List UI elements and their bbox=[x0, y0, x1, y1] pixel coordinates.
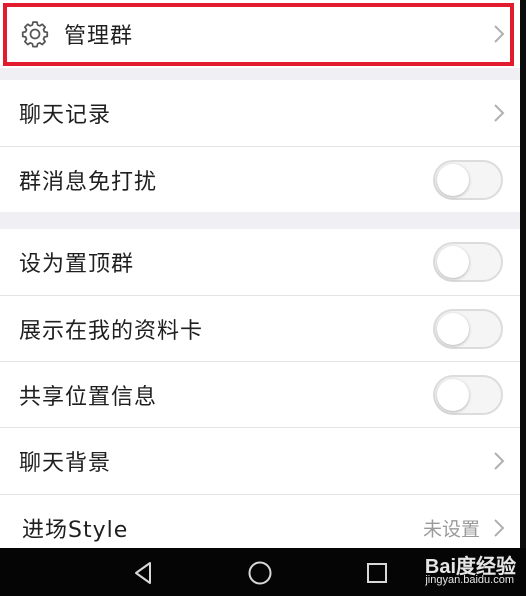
watermark-url: jingyan.baidu.com bbox=[425, 574, 514, 586]
chevron-right-icon bbox=[494, 25, 505, 43]
system-navigation-bar: Bai度经验 jingyan.baidu.com bbox=[0, 548, 526, 596]
chat-history-label: 聊天记录 bbox=[19, 103, 112, 128]
toggle-knob bbox=[437, 312, 469, 345]
home-icon[interactable] bbox=[247, 560, 273, 586]
pin-to-top-label: 设为置顶群 bbox=[19, 252, 135, 277]
share-location-toggle[interactable] bbox=[433, 374, 503, 415]
baidu-jingyan-watermark: Bai度经验 jingyan.baidu.com bbox=[386, 548, 516, 596]
manage-group-row[interactable]: 管理群 bbox=[0, 0, 520, 68]
share-location-row: 共享位置信息 bbox=[0, 362, 520, 427]
entrance-style-value: 未设置 bbox=[422, 518, 480, 541]
chat-background-label: 聊天背景 bbox=[19, 451, 112, 476]
screen-edge bbox=[520, 0, 526, 596]
show-on-profile-label: 展示在我的资料卡 bbox=[19, 318, 204, 344]
chat-background-row[interactable]: 聊天背景 bbox=[0, 428, 520, 494]
entrance-style-label: 进场Style bbox=[22, 518, 129, 543]
share-location-label: 共享位置信息 bbox=[19, 384, 158, 410]
chat-history-row[interactable]: 聊天记录 bbox=[0, 80, 520, 146]
gear-icon bbox=[21, 21, 49, 48]
pin-to-top-toggle[interactable] bbox=[433, 242, 503, 282]
back-icon[interactable] bbox=[131, 560, 157, 586]
toggle-knob bbox=[437, 378, 469, 411]
chevron-right-icon bbox=[494, 104, 505, 122]
show-on-profile-toggle[interactable] bbox=[433, 308, 503, 349]
manage-group-label: 管理群 bbox=[64, 24, 134, 49]
toggle-knob bbox=[437, 246, 469, 278]
pin-to-top-row: 设为置顶群 bbox=[0, 229, 520, 295]
mute-notifications-toggle[interactable] bbox=[433, 159, 503, 200]
mute-notifications-label: 群消息免打扰 bbox=[19, 169, 158, 195]
chevron-right-icon bbox=[494, 452, 505, 470]
entrance-style-row[interactable]: 进场Style 未设置 bbox=[0, 495, 520, 548]
show-on-profile-row: 展示在我的资料卡 bbox=[0, 296, 520, 361]
group-settings-screen: 管理群 聊天记录 群消息免打扰 设为置顶群 展示在我的资料卡 共享位置信息 聊天… bbox=[0, 0, 520, 548]
chevron-right-icon bbox=[494, 519, 505, 537]
toggle-knob bbox=[437, 163, 469, 196]
mute-notifications-row: 群消息免打扰 bbox=[0, 147, 520, 212]
